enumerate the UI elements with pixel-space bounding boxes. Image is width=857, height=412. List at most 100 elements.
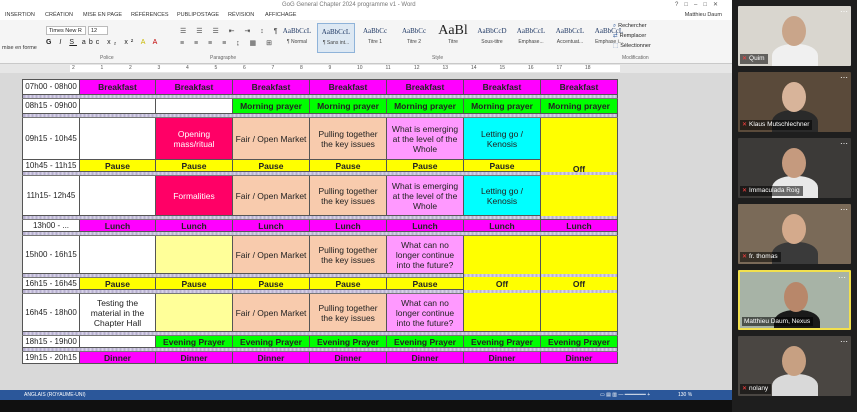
time-slot[interactable]: 09h15 - 10h45 <box>22 117 80 160</box>
time-slot[interactable]: 16h45 - 18h00 <box>22 293 80 332</box>
schedule-cell[interactable]: Opening mass/ritual <box>155 117 233 160</box>
participant-tile[interactable]: ⋯ ✕ Klaus Mutschlechner <box>738 72 851 132</box>
schedule-cell[interactable]: Pulling together the key issues <box>309 175 387 216</box>
ribbon-tab[interactable]: INSERTION <box>5 10 35 20</box>
style-item[interactable]: AaBbCc Titre 2 <box>395 23 433 53</box>
more-options-icon[interactable]: ⋯ <box>838 273 846 282</box>
time-slot[interactable]: 13h00 - ... <box>22 219 80 232</box>
schedule-cell[interactable]: Evening Prayer <box>540 335 618 348</box>
participant-tile[interactable]: ⋯ ✕ Quim <box>738 6 851 66</box>
style-item[interactable]: AaBl Titre <box>434 23 472 53</box>
schedule-cell[interactable]: Pause <box>309 159 387 172</box>
schedule-cell[interactable]: Evening Prayer <box>232 335 310 348</box>
schedule-cell[interactable]: Pulling together the key issues <box>309 293 387 332</box>
schedule-cell[interactable] <box>155 235 233 274</box>
schedule-cell[interactable]: Dinner <box>155 351 233 364</box>
schedule-cell[interactable]: Dinner <box>386 351 464 364</box>
schedule-cell[interactable]: Morning prayer <box>540 98 618 114</box>
schedule-cell[interactable]: Lunch <box>155 219 233 232</box>
schedule-cell[interactable]: Breakfast <box>309 79 387 95</box>
schedule-cell[interactable]: Pause <box>155 277 233 290</box>
schedule-cell[interactable]: Letting go / Kenosis <box>463 175 541 216</box>
schedule-cell[interactable]: Morning prayer <box>386 98 464 114</box>
time-slot[interactable]: 07h00 - 08h00 <box>22 79 80 95</box>
schedule-cell[interactable]: Dinner <box>309 351 387 364</box>
schedule-cell[interactable]: Breakfast <box>540 79 618 95</box>
schedule-cell[interactable]: Dinner <box>463 351 541 364</box>
schedule-cell[interactable] <box>79 175 156 216</box>
schedule-cell[interactable]: Fair / Open Market <box>232 117 310 160</box>
font-name-input[interactable]: Times New R <box>46 26 86 35</box>
schedule-cell[interactable]: Pause <box>386 277 464 290</box>
list-buttons[interactable]: ☰ ☰ ☰ ⇤ ⇥ ↕ ¶ <box>180 27 282 35</box>
schedule-cell[interactable]: Fair / Open Market <box>232 293 310 332</box>
schedule-cell[interactable]: Pause <box>232 277 310 290</box>
schedule-cell[interactable]: Lunch <box>540 219 618 232</box>
schedule-cell[interactable] <box>155 293 233 332</box>
style-item[interactable]: AaBbCcL Accentuat... <box>551 23 589 53</box>
schedule-cell[interactable]: Off <box>463 235 541 332</box>
schedule-cell[interactable]: Lunch <box>232 219 310 232</box>
schedule-cell[interactable]: Off <box>540 117 618 220</box>
time-slot[interactable]: 08h15 - 09h00 <box>22 98 80 114</box>
schedule-cell[interactable]: Lunch <box>463 219 541 232</box>
schedule-cell[interactable]: Pause <box>232 159 310 172</box>
style-item[interactable]: AaBbCcD Sous-titre <box>473 23 511 53</box>
schedule-cell[interactable]: Dinner <box>540 351 618 364</box>
time-slot[interactable]: 15h00 - 16h15 <box>22 235 80 274</box>
schedule-cell[interactable]: Pause <box>79 159 156 172</box>
schedule-cell[interactable]: Breakfast <box>386 79 464 95</box>
participant-tile[interactable]: ⋯ ✕ fr. thomas <box>738 204 851 264</box>
ribbon-tab[interactable]: CRÉATION <box>45 10 73 20</box>
horizontal-ruler[interactable]: 2 1 2 3 4 5 6 7 8 9 10 11 12 13 14 15 16 17 18 <box>0 64 732 73</box>
replace-button[interactable]: ⇄ Remplacer <box>613 33 646 39</box>
style-item[interactable]: AaBbCcL Emphase... <box>512 23 550 53</box>
alignment-buttons[interactable]: ≡ ≡ ≡ ≡ ↨ ▦ ⊞ <box>180 39 276 47</box>
schedule-cell[interactable]: Lunch <box>309 219 387 232</box>
time-slot[interactable]: 10h45 - 11h15 <box>22 159 80 172</box>
participant-tile[interactable]: ⋯ Matthieu Daum, Nexus <box>738 270 851 330</box>
ribbon-tab[interactable]: RÉVISION <box>228 10 254 20</box>
select-button[interactable]: ⬚ Sélectionner <box>613 43 651 49</box>
more-options-icon[interactable]: ⋯ <box>840 73 848 82</box>
window-controls[interactable]: ?□–□✕ <box>675 1 724 8</box>
schedule-cell[interactable] <box>79 117 156 160</box>
document-area[interactable]: 07h00 - 08h00 Breakfast Breakfast Breakfast… <box>0 73 732 390</box>
more-options-icon[interactable]: ⋯ <box>840 139 848 148</box>
schedule-cell[interactable]: Breakfast <box>155 79 233 95</box>
schedule-cell[interactable]: Breakfast <box>79 79 156 95</box>
schedule-cell[interactable]: Testing the material in the Chapter Hall <box>79 293 156 332</box>
time-slot[interactable]: 16h15 - 16h45 <box>22 277 80 290</box>
schedule-cell[interactable]: What is emerging at the level of the Who… <box>386 117 464 160</box>
view-buttons[interactable]: ▭ ▤ ▥ — ━━━━━━━ + <box>600 390 650 400</box>
schedule-cell[interactable]: Fair / Open Market <box>232 235 310 274</box>
schedule-cell[interactable]: Evening Prayer <box>155 335 233 348</box>
schedule-cell[interactable]: Pulling together the key issues <box>309 117 387 160</box>
style-item[interactable]: AaBbCcL ¶ Normal <box>278 23 316 53</box>
participant-tile[interactable]: ⋯ ✕ nolany <box>738 336 851 396</box>
ribbon-tab[interactable]: PUBLIPOSTAGE <box>177 10 219 20</box>
schedule-cell[interactable]: Letting go / Kenosis <box>463 117 541 160</box>
schedule-cell[interactable]: What is emerging at the level of the Who… <box>386 175 464 216</box>
schedule-cell[interactable]: Morning prayer <box>232 98 310 114</box>
schedule-cell[interactable]: Pause <box>386 159 464 172</box>
schedule-cell[interactable] <box>79 335 156 348</box>
participant-tile[interactable]: ⋯ ✕ Immaculada Roig <box>738 138 851 198</box>
schedule-cell[interactable] <box>79 235 156 274</box>
language-indicator[interactable]: ANGLAIS (ROYAUME-UNI) <box>24 390 86 400</box>
schedule-cell[interactable] <box>155 98 233 114</box>
schedule-cell[interactable]: Pause <box>309 277 387 290</box>
schedule-cell[interactable]: Breakfast <box>463 79 541 95</box>
schedule-cell[interactable]: What can no longer continue into the fut… <box>386 293 464 332</box>
schedule-cell[interactable]: Breakfast <box>232 79 310 95</box>
ribbon-tab[interactable]: MISE EN PAGE <box>83 10 122 20</box>
schedule-cell[interactable]: Formalities <box>155 175 233 216</box>
ribbon-tab[interactable]: AFFICHAGE <box>265 10 296 20</box>
schedule-cell[interactable]: Pause <box>79 277 156 290</box>
ribbon-tab[interactable]: RÉFÉRENCES <box>131 10 169 20</box>
zoom-level[interactable]: 130 % <box>678 390 692 400</box>
find-button[interactable]: ⌕ Rechercher <box>613 23 647 30</box>
schedule-cell[interactable]: Pause <box>463 159 541 172</box>
account-name[interactable]: Matthieu Daum <box>685 10 722 20</box>
schedule-cell[interactable]: Dinner <box>79 351 156 364</box>
